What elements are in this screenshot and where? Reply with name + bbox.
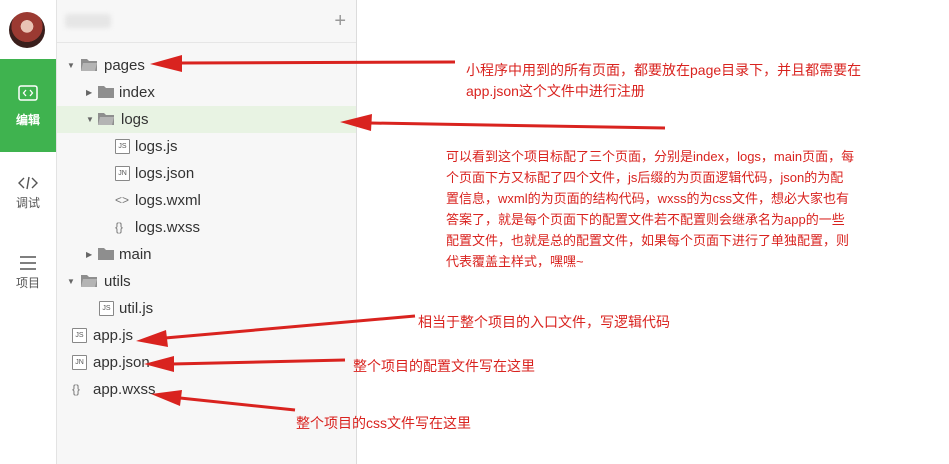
annotation-line: 配置文件，也就是总的配置文件，如果每个页面下进行了单独配置，则 <box>446 233 850 248</box>
arrow-app-wxss <box>179 396 296 412</box>
annotation-app-js: 相当于整个项目的入口文件，写逻辑代码 <box>418 312 670 333</box>
arrow-logs <box>369 121 666 130</box>
annotation-app-json: 整个项目的配置文件写在这里 <box>353 356 535 377</box>
arrow-app-json <box>171 358 346 366</box>
annotation-line: 代表覆盖主样式，嘿嘿~ <box>446 254 584 269</box>
annotation-line: 可以看到这个项目标配了三个页面，分别是index，logs，main页面，每 <box>446 149 855 164</box>
annotation-line: 答案了，就是每个页面下的配置文件若不配置则会继承名为app的一些 <box>446 212 845 227</box>
annotation-line: 整个项目的配置文件写在这里 <box>353 358 535 374</box>
annotation-logs: 可以看到这个项目标配了三个页面，分别是index，logs，main页面，每 个… <box>446 146 946 272</box>
annotation-line: 置信息，wxml的为页面的结构代码，wxss的为css文件，想必大家也有 <box>446 191 849 206</box>
annotation-line: 个页面下方又标配了四个文件，js后缀的为页面逻辑代码，json的为配 <box>446 170 844 185</box>
annotation-app-wxss: 整个项目的css文件写在这里 <box>296 413 471 434</box>
annotation-line: app.json这个文件中进行注册 <box>466 83 645 99</box>
annotation-line: 相当于整个项目的入口文件，写逻辑代码 <box>418 314 670 330</box>
annotation-line: 整个项目的css文件写在这里 <box>296 415 471 431</box>
arrow-pages <box>179 60 456 65</box>
annotation-pages: 小程序中用到的所有页面，都要放在page目录下，并且都需要在 app.json这… <box>466 60 936 102</box>
arrow-app-js <box>164 314 416 340</box>
annotation-line: 小程序中用到的所有页面，都要放在page目录下，并且都需要在 <box>466 62 862 78</box>
